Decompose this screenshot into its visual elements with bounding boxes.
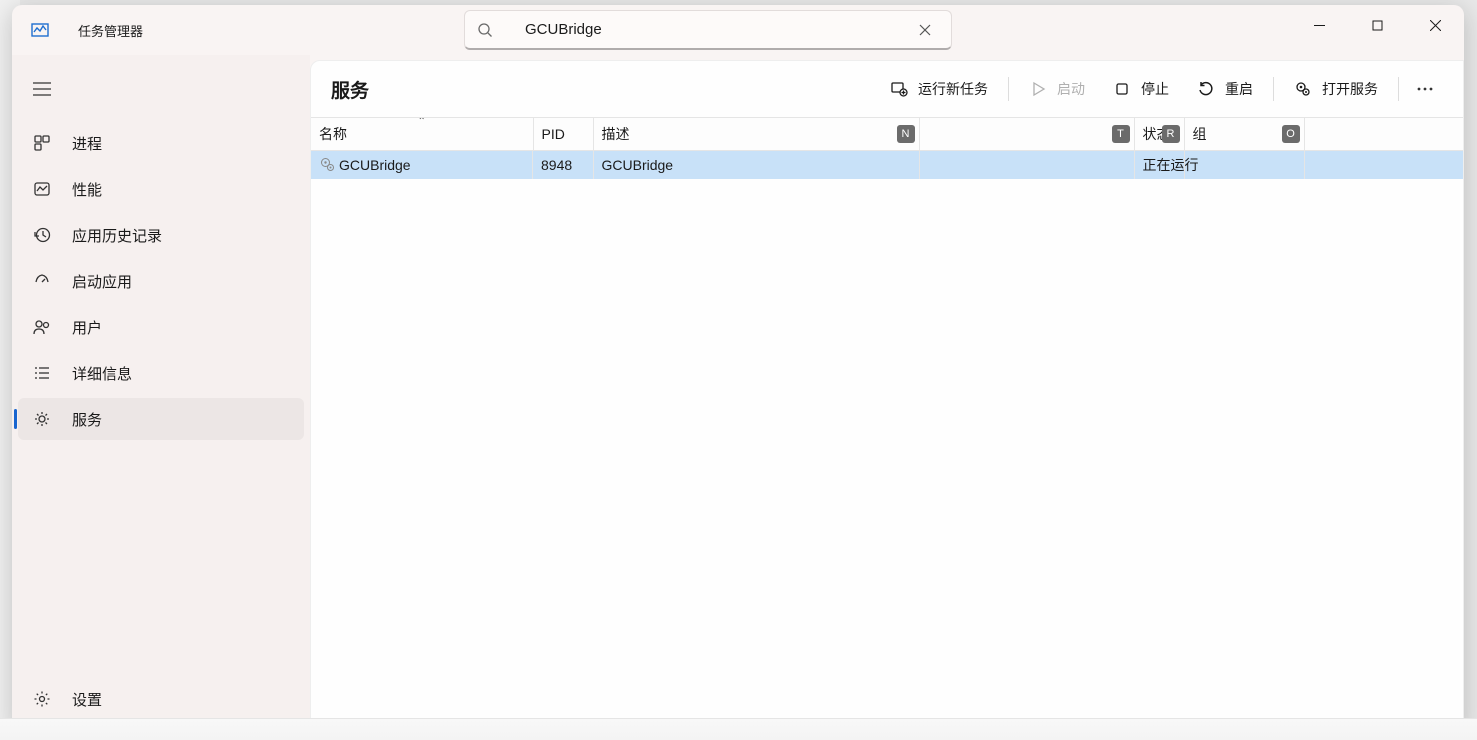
sort-asc-icon: ⌃ <box>418 118 426 127</box>
titlebar[interactable]: 任务管理器 <box>12 5 1464 55</box>
clear-search-button[interactable] <box>911 16 939 44</box>
column-header-blank <box>1304 118 1463 150</box>
column-header-description[interactable]: 描述 N <box>593 118 919 150</box>
column-header-group[interactable]: 组 O <box>1184 118 1304 150</box>
restart-button[interactable]: 重启 <box>1183 69 1267 109</box>
maximize-button[interactable] <box>1348 5 1406 45</box>
stop-button[interactable]: 停止 <box>1099 69 1183 109</box>
sidebar-item-settings[interactable]: 设置 <box>18 678 304 720</box>
hamburger-button[interactable] <box>21 70 63 108</box>
more-button[interactable] <box>1405 69 1445 109</box>
services-table: ⌃ 名称 PID 描述 N T <box>311 117 1463 731</box>
sidebar-item-services[interactable]: 服务 <box>18 398 304 440</box>
separator <box>1008 77 1009 101</box>
cell-name: GCUBridge <box>339 157 411 173</box>
sidebar-item-performance[interactable]: 性能 <box>18 168 304 210</box>
content-panel: 服务 运行新任务 启动 停止 <box>310 60 1464 732</box>
sidebar-item-label: 详细信息 <box>72 363 132 384</box>
sidebar-item-processes[interactable]: 进程 <box>18 122 304 164</box>
sidebar-item-label: 进程 <box>72 133 102 154</box>
run-new-task-button[interactable]: 运行新任务 <box>876 69 1002 109</box>
cell-description: GCUBridge <box>593 150 919 179</box>
more-icon <box>1417 87 1433 91</box>
task-manager-window: 任务管理器 <box>12 5 1464 732</box>
history-icon <box>32 225 52 245</box>
separator <box>1273 77 1274 101</box>
app-icon <box>30 20 50 40</box>
gear-icon <box>32 689 52 709</box>
access-key-badge: N <box>897 125 915 143</box>
column-header-pid[interactable]: PID <box>533 118 593 150</box>
access-key-badge: T <box>1112 125 1130 143</box>
open-services-button[interactable]: 打开服务 <box>1280 69 1392 109</box>
column-header-description-ext[interactable]: T <box>919 118 1134 150</box>
startup-icon <box>32 271 52 291</box>
hamburger-icon <box>33 82 51 96</box>
sidebar-item-users[interactable]: 用户 <box>18 306 304 348</box>
sidebar-item-label: 性能 <box>72 179 102 200</box>
close-icon <box>919 24 931 36</box>
sidebar-item-label: 用户 <box>72 317 102 338</box>
page-title: 服务 <box>331 76 876 103</box>
search-input[interactable] <box>525 21 911 38</box>
sidebar-item-label: 启动应用 <box>72 271 132 292</box>
play-icon <box>1029 80 1047 98</box>
access-key-badge: O <box>1282 125 1300 143</box>
cell-pid: 8948 <box>533 150 593 179</box>
column-header-name[interactable]: ⌃ 名称 <box>311 118 533 150</box>
run-task-icon <box>890 80 908 98</box>
sidebar-item-details[interactable]: 详细信息 <box>18 352 304 394</box>
services-icon <box>32 409 52 429</box>
cell-group <box>1184 150 1304 179</box>
stop-icon <box>1113 80 1131 98</box>
sidebar-item-label: 应用历史记录 <box>72 225 162 246</box>
processes-icon <box>32 133 52 153</box>
app-title: 任务管理器 <box>78 21 143 40</box>
start-button: 启动 <box>1015 69 1099 109</box>
users-icon <box>32 317 52 337</box>
service-icon <box>319 157 335 173</box>
details-icon <box>32 363 52 383</box>
separator <box>1398 77 1399 101</box>
column-header-status[interactable]: 状态 R <box>1134 118 1184 150</box>
performance-icon <box>32 179 52 199</box>
sidebar-item-label: 服务 <box>72 409 102 430</box>
sidebar: 进程 性能 应用历史记录 启动应用 用户 <box>12 55 310 732</box>
table-row[interactable]: GCUBridge 8948 GCUBridge 正在运行 <box>311 150 1463 179</box>
open-services-icon <box>1294 80 1312 98</box>
sidebar-item-history[interactable]: 应用历史记录 <box>18 214 304 256</box>
minimize-button[interactable] <box>1290 5 1348 45</box>
background-taskbar <box>0 718 1477 740</box>
sidebar-item-label: 设置 <box>72 689 102 710</box>
access-key-badge: R <box>1162 125 1180 143</box>
search-icon <box>477 22 493 38</box>
restart-icon <box>1197 80 1215 98</box>
cell-status: 正在运行 <box>1134 150 1184 179</box>
search-box[interactable] <box>464 10 952 50</box>
close-button[interactable] <box>1406 5 1464 45</box>
sidebar-item-startup[interactable]: 启动应用 <box>18 260 304 302</box>
